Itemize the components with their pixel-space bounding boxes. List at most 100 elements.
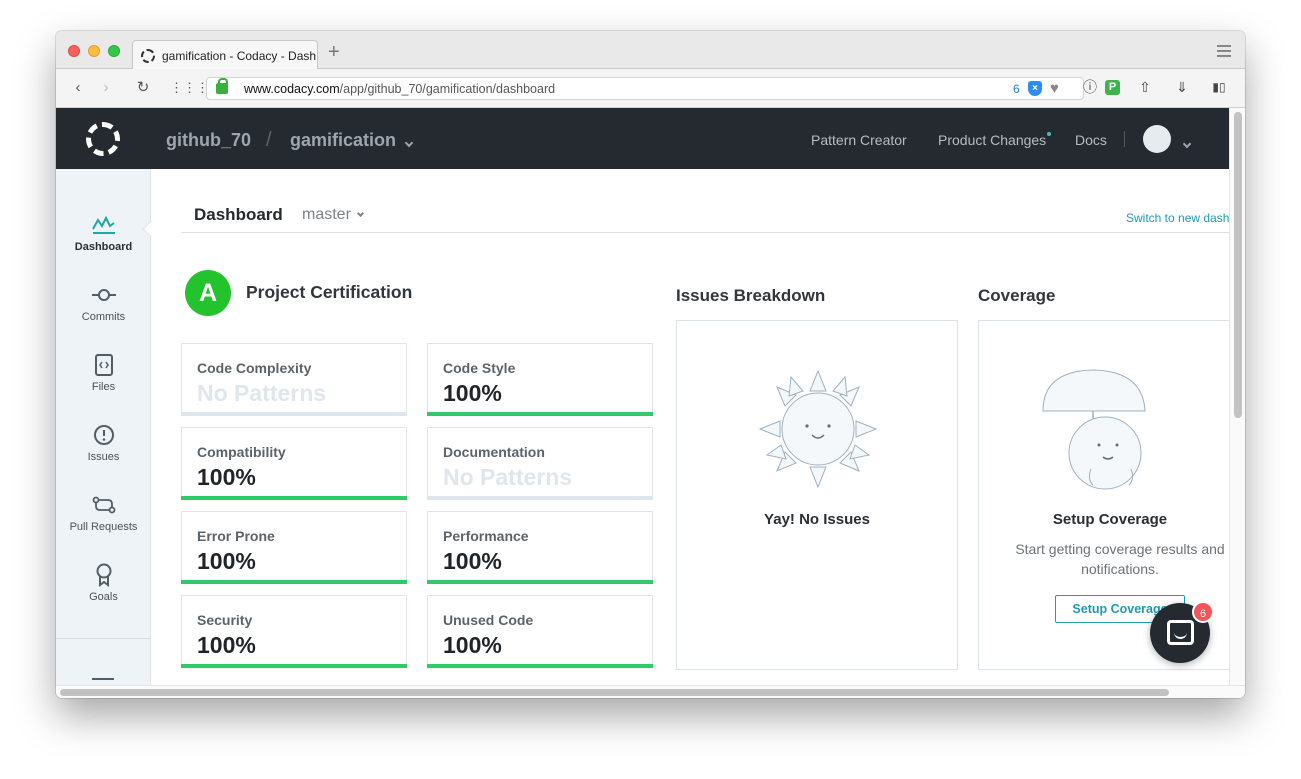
horizontal-scrollbar[interactable]: [56, 685, 1245, 698]
branch-chevron-down-icon: [357, 209, 365, 218]
metric-bar: [181, 496, 407, 500]
codacy-favicon-icon: [141, 48, 155, 63]
metric-value: 100%: [443, 632, 502, 658]
sidebar-item-label: Goals: [89, 591, 118, 603]
nav-pattern-creator[interactable]: Pattern Creator: [811, 132, 907, 148]
codacy-logo-icon[interactable]: [86, 122, 120, 156]
repo-chevron-down-icon[interactable]: [404, 133, 414, 151]
new-tab-plus-icon[interactable]: +: [328, 42, 340, 62]
download-icon[interactable]: ⇓: [1173, 78, 1191, 96]
back-arrow-icon[interactable]: ‹: [67, 78, 89, 98]
close-window-button[interactable]: [68, 45, 80, 57]
dashboard-icon: [56, 211, 151, 239]
sidebar-item-commits[interactable]: Commits: [56, 281, 151, 341]
metric-bar: [427, 496, 653, 500]
grade-badge: A: [185, 270, 231, 316]
tab-bar: gamification - Codacy - Dash +: [56, 31, 1245, 70]
nav-product-changes[interactable]: Product Changes: [938, 132, 1052, 148]
metric-card-security[interactable]: Security 100%: [181, 595, 407, 668]
more-list-icon[interactable]: [92, 678, 114, 685]
sidebar-item-dashboard[interactable]: Dashboard: [56, 211, 151, 271]
goal-icon: [56, 561, 151, 589]
sidebar-item-pull-requests[interactable]: Pull Requests: [56, 491, 151, 551]
metric-value: 100%: [443, 380, 502, 406]
metric-bar: [181, 412, 407, 416]
metric-value: 100%: [197, 548, 256, 574]
vertical-scroll-thumb[interactable]: [1234, 112, 1242, 418]
breadcrumb-repo[interactable]: gamification: [290, 130, 396, 151]
heart-icon[interactable]: ♥: [1050, 80, 1059, 97]
sun-illustration-icon: [759, 369, 877, 489]
sidebar: Dashboard Commits Files Issues Pull Requ…: [56, 169, 160, 685]
lock-icon: [216, 78, 228, 94]
metric-value: 100%: [197, 464, 256, 490]
metric-card-code-style[interactable]: Code Style 100%: [427, 343, 653, 416]
browser-tab[interactable]: gamification - Codacy - Dash: [132, 40, 318, 70]
metric-card-performance[interactable]: Performance 100%: [427, 511, 653, 584]
metric-bar: [427, 580, 653, 584]
switch-dashboard-link[interactable]: Switch to new dash: [1126, 211, 1229, 225]
zoom-window-button[interactable]: [108, 45, 120, 57]
coverage-description: Start getting coverage results and notif…: [1015, 541, 1225, 577]
address-bar[interactable]: www.codacy.com/app/github_70/gamificatio…: [206, 77, 1084, 100]
horizontal-scroll-thumb[interactable]: [60, 689, 1169, 696]
reload-icon[interactable]: ↻: [132, 78, 154, 98]
issues-breakdown-title: Issues Breakdown: [676, 286, 826, 305]
share-icon[interactable]: ⇧: [1136, 78, 1154, 96]
metric-card-documentation[interactable]: Documentation No Patterns: [427, 427, 653, 500]
sidebar-item-label: Issues: [87, 451, 120, 463]
chat-bubble-icon: [1167, 620, 1194, 645]
app-header: github_70 / gamification Pattern Creator…: [56, 108, 1229, 169]
sidebar-item-label: Pull Requests: [69, 521, 138, 533]
nav-docs[interactable]: Docs: [1075, 132, 1107, 148]
sidebar-divider: [56, 638, 151, 639]
branch-selector[interactable]: master: [302, 206, 365, 224]
metric-card-code-complexity[interactable]: Code Complexity No Patterns: [181, 343, 407, 416]
battery-icon[interactable]: ▮▯: [1210, 78, 1228, 96]
browser-window: gamification - Codacy - Dash + ‹ › ↻ ⋮⋮⋮…: [56, 31, 1245, 698]
metric-bar: [427, 412, 653, 416]
metric-label: Compatibility: [197, 444, 286, 460]
metric-value: 100%: [197, 632, 256, 658]
header-divider: [181, 232, 1229, 233]
main-content: Dashboard master Switch to new dash A Pr…: [152, 169, 1229, 685]
url-text: www.codacy.com/app/github_70/gamificatio…: [244, 82, 556, 96]
breadcrumb-separator: /: [266, 129, 272, 151]
minimize-window-button[interactable]: [88, 45, 100, 57]
umbrella-illustration-icon: [1042, 369, 1146, 490]
tab-title: gamification - Codacy - Dash: [162, 48, 317, 63]
setup-coverage-caption: Setup Coverage: [1052, 511, 1168, 528]
metric-label: Code Style: [443, 360, 516, 376]
no-issues-caption: Yay! No Issues: [764, 511, 870, 528]
pull-request-icon: [56, 491, 151, 519]
metric-value: 100%: [443, 548, 502, 574]
metric-label: Documentation: [443, 444, 545, 460]
user-menu-chevron-down-icon[interactable]: [1182, 134, 1192, 152]
sidebar-item-issues[interactable]: Issues: [56, 421, 151, 481]
metric-value: No Patterns: [197, 380, 327, 406]
commit-icon: [56, 281, 151, 309]
info-extension-icon[interactable]: ⓘ: [1081, 78, 1099, 96]
extension-count: 6: [1013, 82, 1020, 96]
metric-bar: [427, 664, 653, 668]
metric-card-error-prone[interactable]: Error Prone 100%: [181, 511, 407, 584]
issues-panel: Yay! No Issues: [676, 320, 958, 670]
breadcrumb-org[interactable]: github_70: [166, 130, 251, 151]
vertical-scrollbar[interactable]: [1229, 108, 1245, 685]
metric-label: Code Complexity: [197, 360, 312, 376]
shield-extension-icon[interactable]: ×: [1028, 81, 1042, 96]
tab-overview-icon[interactable]: [1217, 45, 1231, 57]
sidebar-item-files[interactable]: Files: [56, 351, 151, 411]
chat-unread-badge: 6: [1192, 601, 1214, 623]
chat-launcher-button[interactable]: 6: [1150, 601, 1214, 663]
apps-grid-icon[interactable]: ⋮⋮⋮: [170, 78, 209, 98]
sidebar-item-goals[interactable]: Goals: [56, 561, 151, 621]
forward-arrow-icon[interactable]: ›: [95, 78, 117, 98]
user-avatar[interactable]: [1143, 125, 1171, 153]
metric-label: Error Prone: [197, 528, 275, 544]
metric-card-compatibility[interactable]: Compatibility 100%: [181, 427, 407, 500]
sidebar-item-label: Dashboard: [74, 241, 133, 253]
pushbullet-extension-icon[interactable]: P: [1105, 80, 1120, 95]
metric-value: No Patterns: [443, 464, 573, 490]
metric-card-unused-code[interactable]: Unused Code 100%: [427, 595, 653, 668]
